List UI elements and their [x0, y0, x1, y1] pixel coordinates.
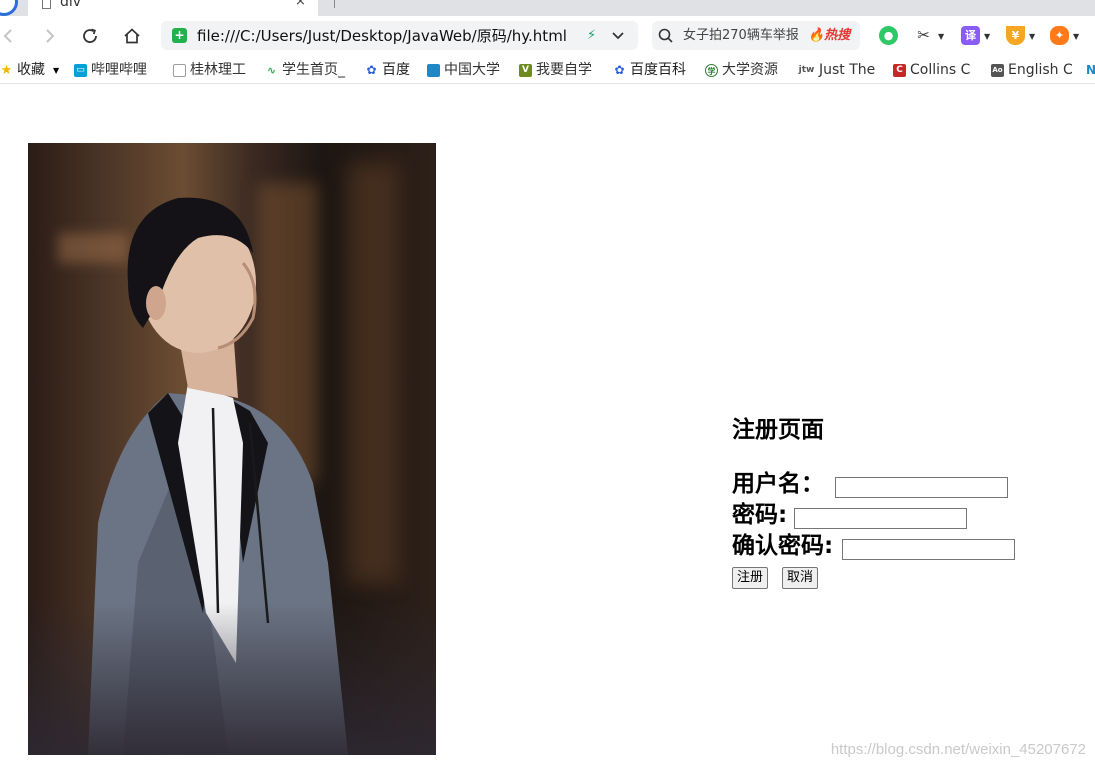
overflow-letter: N [1086, 61, 1095, 79]
search-icon [658, 28, 673, 43]
bookmark-student-home[interactable]: ∿ 学生首页_ [265, 61, 349, 79]
bookmark-zixue[interactable]: V 我要自学 [519, 61, 599, 79]
watermark: https://blog.csdn.net/weixin_45207672 [830, 741, 1086, 758]
page-icon [173, 63, 186, 77]
forward-button[interactable] [38, 24, 62, 48]
wave-icon: ∿ [266, 63, 277, 77]
hot-search-badge[interactable]: 🔥热搜 [808, 28, 850, 44]
bookmark-collins[interactable]: C Collins C [893, 61, 977, 79]
url-text[interactable]: file:///C:/Users/Just/Desktop/JavaWeb/原码… [197, 27, 567, 45]
caret-down-icon: ▼ [938, 32, 945, 41]
reload-icon [83, 28, 97, 43]
search-box[interactable]: 女子拍270辆车举报 🔥热搜 [652, 21, 860, 50]
collins-icon: C [893, 63, 906, 77]
browser-logo-icon[interactable] [0, 0, 18, 16]
tab-title: div [60, 0, 82, 10]
search-suggestion[interactable]: 女子拍270辆车举报 [683, 28, 799, 44]
page-title: 注册页面 [732, 417, 824, 443]
caret-down-icon: ▼ [1029, 32, 1036, 41]
reload-button[interactable] [78, 24, 102, 48]
screenshot-extension-button[interactable]: ✂ ▼ [914, 26, 944, 46]
bookmark-english[interactable]: Ao English C [991, 61, 1077, 79]
bookmark-overflow[interactable]: N [1086, 61, 1095, 79]
gamepad-icon: ✦ [1050, 26, 1069, 45]
coupon-extension-button[interactable]: ¥ ▼ [1006, 26, 1036, 46]
cancel-button[interactable]: 取消 [782, 567, 819, 589]
register-button[interactable]: 注册 [732, 567, 769, 589]
caret-down-icon: ▼ [1073, 32, 1080, 41]
bookmark-mooc[interactable]: 中国大学 [427, 61, 507, 79]
page-icon [42, 0, 51, 9]
scissors-icon: ✂ [917, 26, 930, 44]
coupon-shield-icon: ¥ [1006, 26, 1025, 45]
portrait-image [28, 143, 436, 755]
book-icon [427, 63, 440, 77]
caret-down-icon: ▼ [53, 65, 60, 75]
tab-strip: div × [0, 0, 1095, 16]
home-icon [124, 28, 140, 44]
zixue-icon: V [519, 63, 532, 77]
caret-down-icon: ▼ [984, 32, 991, 41]
game-extension-button[interactable]: ✦ ▼ [1050, 26, 1080, 46]
bookmark-baidu-baike[interactable]: ✿ 百度百科 [613, 61, 695, 79]
star-icon: ★ [0, 62, 13, 78]
address-bar[interactable]: + file:///C:/Users/Just/Desktop/JavaWeb/… [161, 21, 638, 50]
translate-icon: 译 [961, 26, 980, 45]
confirm-password-label: 确认密码: [732, 533, 834, 559]
password-input[interactable] [794, 508, 967, 529]
bookmark-glut[interactable]: 桂林理工 [173, 61, 251, 79]
forward-arrow-icon [46, 29, 55, 43]
page-content: 注册页面 用户名： 密码: 确认密码: 注册 取消 [0, 85, 1095, 768]
navigation-bar: + file:///C:/Users/Just/Desktop/JavaWeb/… [0, 16, 1095, 56]
bilibili-icon: ▭ [74, 63, 87, 77]
baidu-paw-icon: ✿ [614, 62, 625, 77]
back-button[interactable] [0, 24, 20, 48]
bookmark-favorites[interactable]: ★ 收藏 ▼ [0, 61, 59, 79]
bookmark-baidu[interactable]: ✿ 百度 [365, 61, 417, 79]
chevron-down-icon[interactable] [609, 26, 627, 44]
home-button[interactable] [120, 24, 144, 48]
username-input[interactable] [835, 477, 1008, 498]
document-icon: Ao [991, 63, 1004, 77]
username-label: 用户名： [732, 471, 824, 497]
back-arrow-icon [3, 29, 12, 43]
globe-icon: 学 [705, 63, 718, 77]
bookmarks-bar: ★ 收藏 ▼ ▭ 哔哩哔哩 桂林理工 ∿ 学生首页_ ✿ 百度 中国大学 V 我… [0, 56, 1095, 84]
translate-extension-button[interactable]: 译 ▼ [961, 26, 991, 46]
tab-close-icon[interactable]: × [295, 0, 306, 9]
baidu-paw-icon: ✿ [366, 62, 377, 77]
bookmark-just-the-word[interactable]: jtw Just The [798, 61, 878, 79]
tab-divider [334, 0, 335, 8]
tab-active[interactable]: div × [28, 0, 318, 16]
confirm-password-input[interactable] [842, 539, 1015, 560]
wechat-icon: ● [879, 26, 898, 45]
password-label: 密码: [732, 502, 788, 528]
speed-mode-icon[interactable]: ⚡ [587, 27, 596, 45]
security-shield-icon[interactable]: + [172, 28, 187, 43]
bookmark-university-resources[interactable]: 学 大学资源 [705, 61, 785, 79]
jtw-icon: jtw [798, 64, 815, 75]
bookmark-bilibili[interactable]: ▭ 哔哩哔哩 [74, 61, 156, 79]
